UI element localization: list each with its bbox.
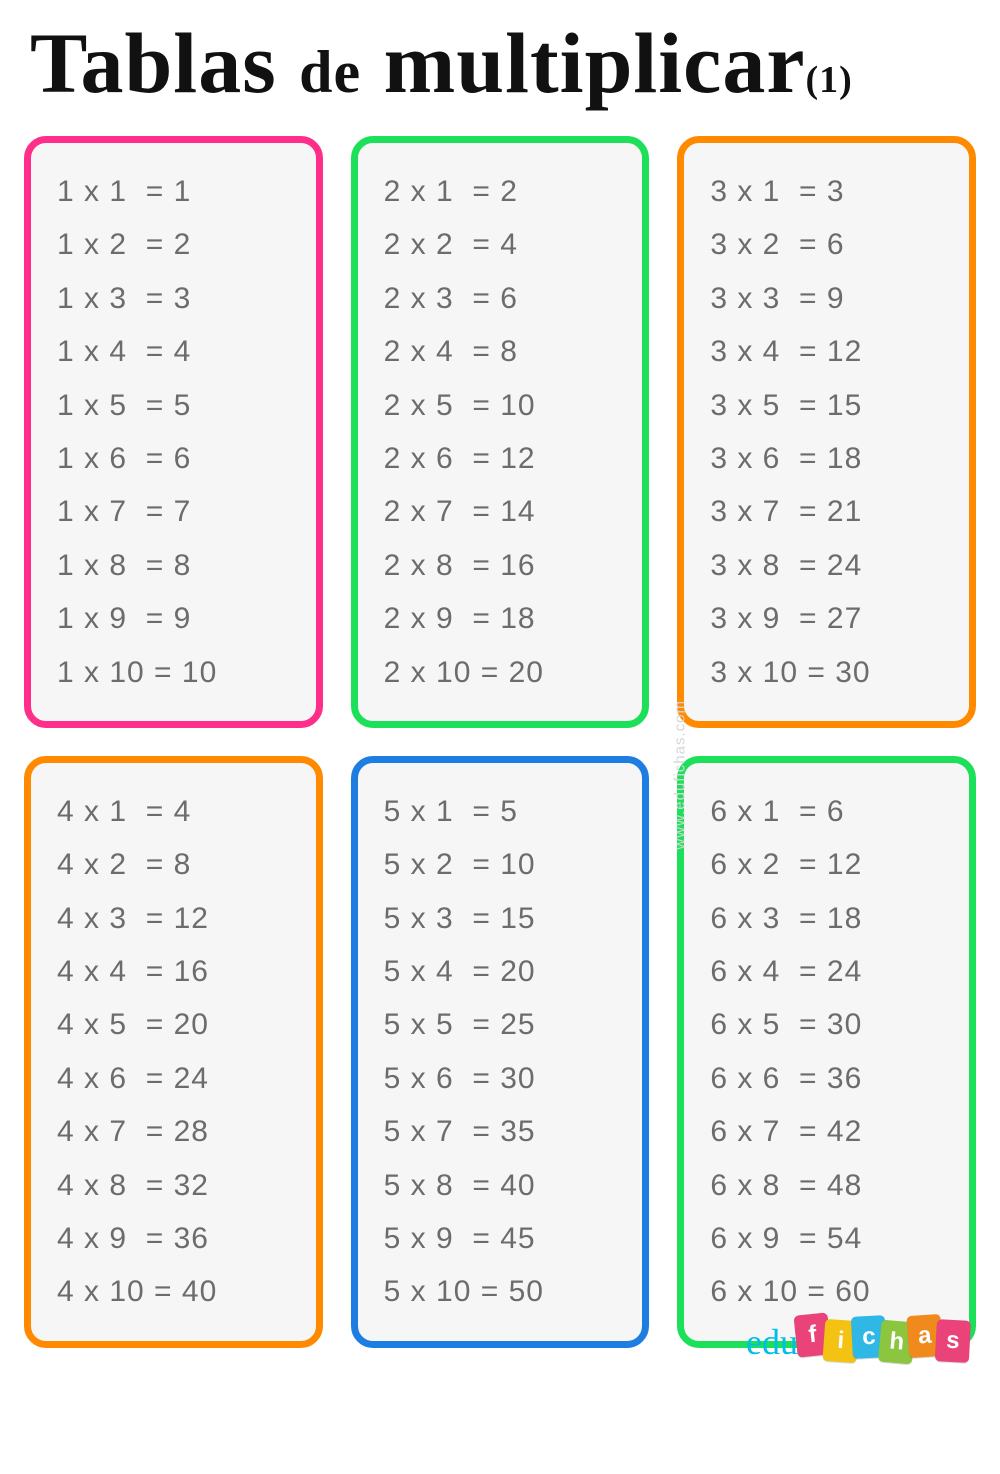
table-row: 1 x 3 = 3 bbox=[57, 272, 296, 325]
table-row: 6 x 1 = 6 bbox=[710, 785, 949, 838]
table-row: 2 x 8 = 16 bbox=[384, 539, 623, 592]
table-row: 4 x 1 = 4 bbox=[57, 785, 296, 838]
table-row: 3 x 8 = 24 bbox=[710, 539, 949, 592]
table-row: 2 x 4 = 8 bbox=[384, 325, 623, 378]
logo-letter-block: s bbox=[935, 1319, 971, 1363]
table-row: 1 x 2 = 2 bbox=[57, 218, 296, 271]
table-row: 4 x 4 = 16 bbox=[57, 945, 296, 998]
watermark-text: www.edufichas.com bbox=[672, 700, 689, 850]
table-row: 5 x 10 = 50 bbox=[384, 1265, 623, 1318]
page-title: Tablas de multiplicar(1) bbox=[30, 20, 980, 106]
table-row: 4 x 2 = 8 bbox=[57, 838, 296, 891]
table-row: 4 x 3 = 12 bbox=[57, 892, 296, 945]
table-row: 5 x 7 = 35 bbox=[384, 1105, 623, 1158]
table-row: 6 x 7 = 42 bbox=[710, 1105, 949, 1158]
table-row: 2 x 6 = 12 bbox=[384, 432, 623, 485]
logo-prefix: edu bbox=[746, 1324, 798, 1360]
table-row: 5 x 2 = 10 bbox=[384, 838, 623, 891]
title-word-2: de bbox=[299, 39, 361, 105]
table-row: 6 x 2 = 12 bbox=[710, 838, 949, 891]
table-row: 5 x 3 = 15 bbox=[384, 892, 623, 945]
table-row: 6 x 8 = 48 bbox=[710, 1159, 949, 1212]
table-row: 4 x 8 = 32 bbox=[57, 1159, 296, 1212]
table-row: 3 x 7 = 21 bbox=[710, 485, 949, 538]
table-row: 3 x 6 = 18 bbox=[710, 432, 949, 485]
table-row: 1 x 7 = 7 bbox=[57, 485, 296, 538]
table-row: 1 x 10 = 10 bbox=[57, 646, 296, 699]
tables-grid: 1 x 1 = 11 x 2 = 21 x 3 = 31 x 4 = 41 x … bbox=[20, 136, 980, 1348]
table-row: 5 x 9 = 45 bbox=[384, 1212, 623, 1265]
table-row: 3 x 3 = 9 bbox=[710, 272, 949, 325]
table-row: 6 x 5 = 30 bbox=[710, 998, 949, 1051]
times-table-1: 1 x 1 = 11 x 2 = 21 x 3 = 31 x 4 = 41 x … bbox=[24, 136, 323, 728]
table-row: 2 x 10 = 20 bbox=[384, 646, 623, 699]
table-row: 3 x 5 = 15 bbox=[710, 379, 949, 432]
site-logo: edu f i c h a s bbox=[746, 1300, 970, 1360]
table-row: 3 x 9 = 27 bbox=[710, 592, 949, 645]
table-row: 2 x 5 = 10 bbox=[384, 379, 623, 432]
table-row: 6 x 4 = 24 bbox=[710, 945, 949, 998]
table-row: 2 x 1 = 2 bbox=[384, 165, 623, 218]
times-table-6: 6 x 1 = 66 x 2 = 126 x 3 = 186 x 4 = 246… bbox=[677, 756, 976, 1348]
worksheet-page: Tablas de multiplicar(1) 1 x 1 = 11 x 2 … bbox=[0, 0, 1000, 1368]
table-row: 6 x 3 = 18 bbox=[710, 892, 949, 945]
table-row: 4 x 6 = 24 bbox=[57, 1052, 296, 1105]
table-row: 4 x 5 = 20 bbox=[57, 998, 296, 1051]
table-row: 1 x 1 = 1 bbox=[57, 165, 296, 218]
title-word-3: multiplicar bbox=[384, 15, 806, 111]
title-suffix: (1) bbox=[806, 59, 853, 101]
table-row: 2 x 2 = 4 bbox=[384, 218, 623, 271]
times-table-2: 2 x 1 = 22 x 2 = 42 x 3 = 62 x 4 = 82 x … bbox=[351, 136, 650, 728]
table-row: 4 x 7 = 28 bbox=[57, 1105, 296, 1158]
table-row: 1 x 5 = 5 bbox=[57, 379, 296, 432]
table-row: 2 x 3 = 6 bbox=[384, 272, 623, 325]
table-row: 4 x 10 = 40 bbox=[57, 1265, 296, 1318]
times-table-5: 5 x 1 = 55 x 2 = 105 x 3 = 155 x 4 = 205… bbox=[351, 756, 650, 1348]
table-row: 5 x 6 = 30 bbox=[384, 1052, 623, 1105]
table-row: 1 x 8 = 8 bbox=[57, 539, 296, 592]
table-row: 5 x 1 = 5 bbox=[384, 785, 623, 838]
times-table-4: 4 x 1 = 44 x 2 = 84 x 3 = 124 x 4 = 164 … bbox=[24, 756, 323, 1348]
table-row: 1 x 6 = 6 bbox=[57, 432, 296, 485]
table-row: 2 x 9 = 18 bbox=[384, 592, 623, 645]
title-word-1: Tablas bbox=[30, 15, 277, 111]
table-row: 6 x 9 = 54 bbox=[710, 1212, 949, 1265]
table-row: 5 x 4 = 20 bbox=[384, 945, 623, 998]
table-row: 1 x 4 = 4 bbox=[57, 325, 296, 378]
table-row: 6 x 6 = 36 bbox=[710, 1052, 949, 1105]
table-row: 3 x 4 = 12 bbox=[710, 325, 949, 378]
table-row: 3 x 1 = 3 bbox=[710, 165, 949, 218]
table-row: 3 x 2 = 6 bbox=[710, 218, 949, 271]
table-row: 4 x 9 = 36 bbox=[57, 1212, 296, 1265]
times-table-3: 3 x 1 = 33 x 2 = 63 x 3 = 93 x 4 = 123 x… bbox=[677, 136, 976, 728]
table-row: 2 x 7 = 14 bbox=[384, 485, 623, 538]
table-row: 5 x 8 = 40 bbox=[384, 1159, 623, 1212]
table-row: 5 x 5 = 25 bbox=[384, 998, 623, 1051]
table-row: 3 x 10 = 30 bbox=[710, 646, 949, 699]
table-row: 1 x 9 = 9 bbox=[57, 592, 296, 645]
